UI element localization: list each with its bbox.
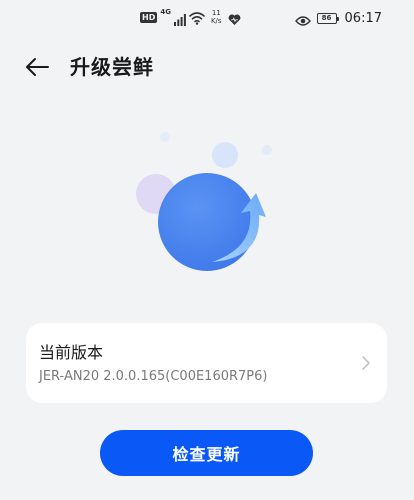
eye-icon (294, 12, 311, 26)
network-speed: 11 K/s (211, 9, 222, 25)
status-bar-left: HD 4G 11 K/s (140, 6, 241, 28)
network-speed-unit: K/s (210, 17, 222, 25)
hd-badge: HD (140, 11, 158, 23)
current-version-value: JER-AN20 2.0.0.165(C00E160R7P6) (39, 369, 268, 384)
page-title: 升级尝鲜 (70, 55, 154, 79)
status-bar-right: 86 06:17 (294, 7, 382, 29)
current-version-label: 当前版本 (39, 343, 104, 362)
update-illustration (120, 118, 295, 288)
network-generation: 4G (160, 8, 171, 16)
clock: 06:17 (344, 10, 382, 26)
network-speed-value: 11 (211, 9, 221, 17)
status-bar: HD 4G 11 K/s 86 06:17 (0, 0, 414, 36)
back-button[interactable] (22, 52, 52, 82)
current-version-card[interactable]: 当前版本 JER-AN20 2.0.0.165(C00E160R7P6) (26, 323, 387, 403)
battery-level: 86 (321, 13, 332, 22)
signal-icon (173, 11, 186, 26)
heart-icon (228, 11, 241, 25)
wifi-icon (189, 10, 205, 25)
check-update-button[interactable]: 检查更新 (100, 430, 313, 476)
arrow-left-icon (26, 58, 49, 76)
chevron-right-icon (362, 356, 370, 370)
battery-icon: 86 (316, 12, 339, 24)
